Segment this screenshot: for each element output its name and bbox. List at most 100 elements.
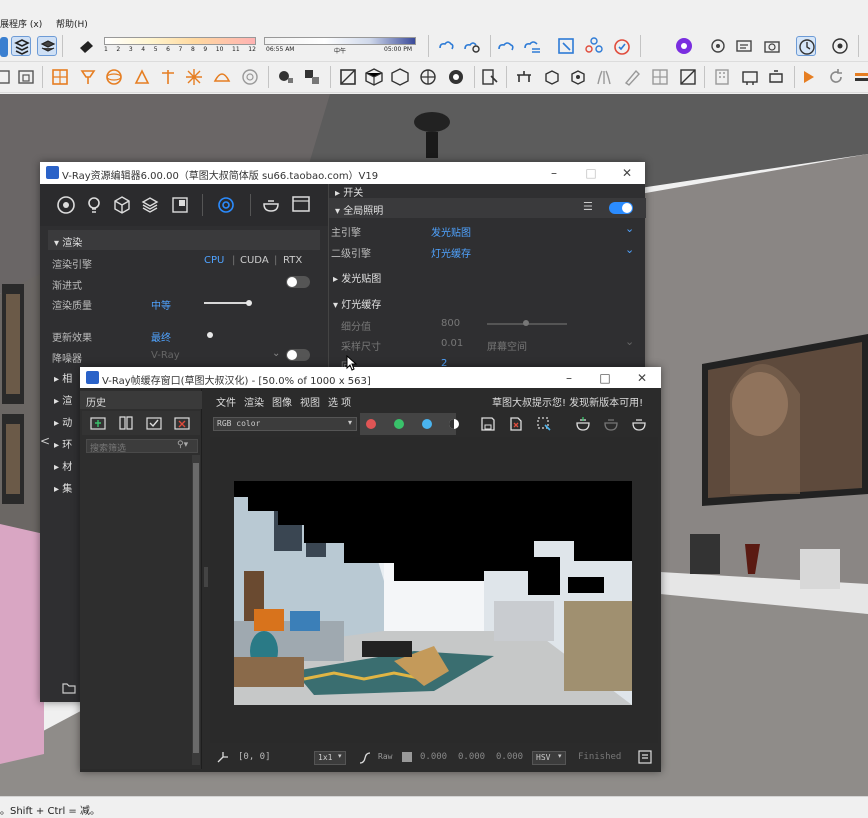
render-view-icon[interactable] (740, 67, 760, 87)
folder-icon[interactable] (62, 682, 76, 694)
alpha-channel-icon[interactable] (448, 418, 460, 430)
settings-gear-icon[interactable] (830, 36, 850, 56)
fur-icon[interactable] (276, 67, 296, 87)
primary-engine-value[interactable]: 发光贴图 (431, 224, 471, 239)
close-button[interactable]: ✕ (618, 164, 636, 182)
menu-item-help[interactable]: 帮助(H) (56, 17, 88, 30)
material-override-section[interactable]: ▸ 材 (54, 458, 72, 473)
camera-add-icon[interactable] (708, 36, 728, 56)
cloud-search-icon[interactable] (462, 36, 482, 56)
cube-cut-icon[interactable] (542, 67, 562, 87)
chevron-down-icon[interactable]: ⌄ (625, 335, 634, 348)
materials-icon[interactable] (56, 195, 76, 215)
swarm-section[interactable]: ▸ 集 (54, 480, 72, 495)
light-cache-section[interactable]: ▾ 灯光缓存 (333, 296, 381, 311)
blue-channel-button[interactable] (422, 419, 432, 429)
grass-icon[interactable] (594, 67, 614, 87)
select-box-icon[interactable] (556, 36, 576, 56)
plane-icon[interactable] (338, 67, 358, 87)
render-output-section[interactable]: ▸ 渲 (54, 392, 72, 407)
animation-section[interactable]: ▸ 动 (54, 414, 72, 429)
gi-section-header[interactable]: ▾ 全局照明 ☰ (329, 198, 646, 218)
secondary-engine-value[interactable]: 灯光缓存 (431, 245, 471, 260)
sphere-light-icon[interactable] (104, 67, 124, 87)
building-icon[interactable] (712, 67, 732, 87)
camera-section[interactable]: ▸ 相 (54, 370, 72, 385)
mesh-light-icon[interactable] (240, 67, 260, 87)
table-icon[interactable] (514, 67, 534, 87)
minimize-button[interactable]: – (545, 164, 563, 182)
update-slider-knob[interactable] (207, 332, 213, 338)
region-render-icon[interactable] (536, 416, 552, 432)
ies-light-icon[interactable] (132, 67, 152, 87)
history-scrollbar[interactable] (192, 455, 200, 765)
light-grid-icon[interactable] (50, 67, 70, 87)
clear-image-icon[interactable] (508, 416, 524, 432)
lights-icon[interactable] (84, 195, 104, 215)
quality-slider-knob[interactable] (246, 300, 252, 306)
vfb-menu-render[interactable]: 渲染 (244, 394, 264, 409)
menu-item-extensions[interactable]: 展程序 (x) (0, 17, 42, 30)
timer-icon[interactable] (612, 36, 632, 56)
render-log-icon[interactable] (638, 750, 652, 764)
dome-light-icon[interactable] (212, 67, 232, 87)
subdivs-slider-knob[interactable] (523, 320, 529, 326)
history-delete-icon[interactable] (174, 415, 190, 431)
sphere-grid-icon[interactable] (418, 67, 438, 87)
curve-icon[interactable] (358, 751, 372, 765)
export-icon[interactable] (800, 67, 820, 87)
vfb-menu-options[interactable]: 选 项 (328, 394, 351, 409)
engine-rtx-option[interactable]: RTX (283, 255, 302, 266)
render-viewport[interactable] (210, 437, 658, 743)
chevron-down-icon[interactable]: ⌄ (625, 222, 634, 235)
collapse-panel-icon[interactable]: < (40, 434, 50, 448)
layers-icon[interactable] (11, 36, 31, 56)
camera-list-icon[interactable] (734, 36, 754, 56)
shadow-time-slider[interactable] (264, 37, 416, 45)
omni-light-icon[interactable] (158, 67, 178, 87)
cloud-sync-icon[interactable] (436, 36, 456, 56)
interactive-render-icon[interactable] (766, 67, 786, 87)
scale-mode-value[interactable]: 屏幕空间 (487, 338, 527, 353)
render-timer-icon[interactable] (796, 36, 816, 56)
switch-section[interactable]: ▸ 开关 (335, 184, 363, 199)
settings-icon[interactable] (216, 195, 236, 215)
minimize-button[interactable]: – (560, 369, 578, 387)
environment-section[interactable]: ▸ 环 (54, 436, 72, 451)
sun-light-icon[interactable] (184, 67, 204, 87)
camera-frame-icon[interactable] (762, 36, 782, 56)
history-save-icon[interactable] (90, 415, 106, 431)
diagonal-panel-icon[interactable] (678, 67, 698, 87)
engine-cpu-option[interactable]: CPU (204, 255, 224, 266)
subdivs-value[interactable]: 800 (441, 318, 460, 329)
quality-slider[interactable] (204, 302, 250, 304)
textures-icon[interactable] (140, 195, 160, 215)
checker-sphere-icon[interactable] (446, 67, 466, 87)
irradiance-section[interactable]: ▸ 发光贴图 (333, 270, 381, 285)
layer-icon[interactable] (0, 37, 8, 57)
components-icon[interactable] (584, 36, 604, 56)
refresh-icon[interactable] (826, 67, 846, 87)
colorspace-select[interactable]: HSV ▾ (532, 751, 566, 765)
panel-splitter[interactable] (204, 567, 208, 587)
frame-icon[interactable] (16, 67, 36, 87)
render-elements-icon[interactable] (170, 195, 190, 215)
denoiser-toggle[interactable] (286, 349, 310, 361)
save-image-icon[interactable] (480, 416, 496, 432)
stop-render-icon[interactable] (602, 416, 620, 432)
zoom-select[interactable]: 1x1 ▾ (314, 751, 346, 765)
frame-buffer-icon[interactable] (290, 193, 312, 215)
cube-tool-icon[interactable] (568, 67, 588, 87)
shadow-toggle-icon[interactable] (76, 36, 96, 56)
history-compare-icon[interactable] (118, 415, 134, 431)
chevron-down-icon[interactable]: ⌄ (625, 243, 634, 256)
vfb-menu-file[interactable]: 文件 (216, 394, 236, 409)
material-picker-icon[interactable] (480, 67, 500, 87)
red-channel-button[interactable] (366, 419, 376, 429)
cloud-list-icon[interactable] (522, 36, 542, 56)
progressive-toggle[interactable] (286, 276, 310, 288)
gi-toggle[interactable] (609, 202, 633, 214)
pixel-picker-icon[interactable] (216, 750, 230, 764)
history-search-input[interactable]: 搜索筛选 ⚲▾ (86, 439, 198, 454)
cloud-upload-icon[interactable] (496, 36, 516, 56)
